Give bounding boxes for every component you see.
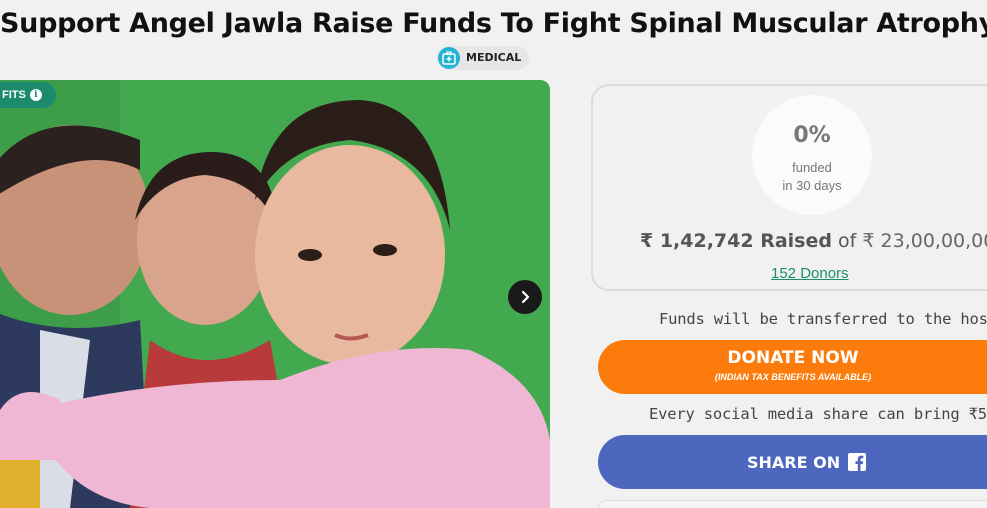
raised-amount: ₹ 1,42,742 Raised [640,230,832,252]
info-icon[interactable]: i [29,89,42,101]
goal-amount: ₹ 23,00,00,000 [862,230,987,252]
days-left: in 30 days [782,178,842,193]
page-title: Support Angel Jawla Raise Funds To Fight… [0,8,987,39]
share-note: Every social media share can bring ₹5,00… [649,405,987,423]
facebook-icon [848,453,867,471]
ribbon-label: FITS [2,89,26,101]
next-section-box [598,500,987,508]
donate-label: DONATE NOW [727,348,859,368]
tax-benefits-ribbon[interactable]: FITS i [0,82,56,108]
of-label: of [838,230,857,252]
category-badge: MEDICAL [437,46,530,70]
share-facebook-button[interactable]: SHARE ON [598,435,987,489]
donors-link[interactable]: 152 Donors [771,265,849,282]
funded-percent: 0% [793,123,831,148]
medical-kit-icon [438,47,460,69]
raised-summary: ₹ 1,42,742 Raised of ₹ 23,00,00,000 [640,230,987,252]
campaign-photo[interactable] [0,80,550,508]
donate-now-button[interactable]: DONATE NOW (INDIAN TAX BENEFITS AVAILABL… [598,340,987,394]
transfer-note: Funds will be transferred to the hospita… [659,310,987,328]
share-label: SHARE ON [747,452,841,472]
chevron-right-icon [521,290,530,304]
funded-label: funded [792,160,832,175]
next-photo-button[interactable] [508,280,542,314]
category-label: MEDICAL [466,51,522,64]
progress-circle: 0% funded in 30 days [752,95,872,215]
donate-sub-label: (INDIAN TAX BENEFITS AVAILABLE) [714,372,872,382]
